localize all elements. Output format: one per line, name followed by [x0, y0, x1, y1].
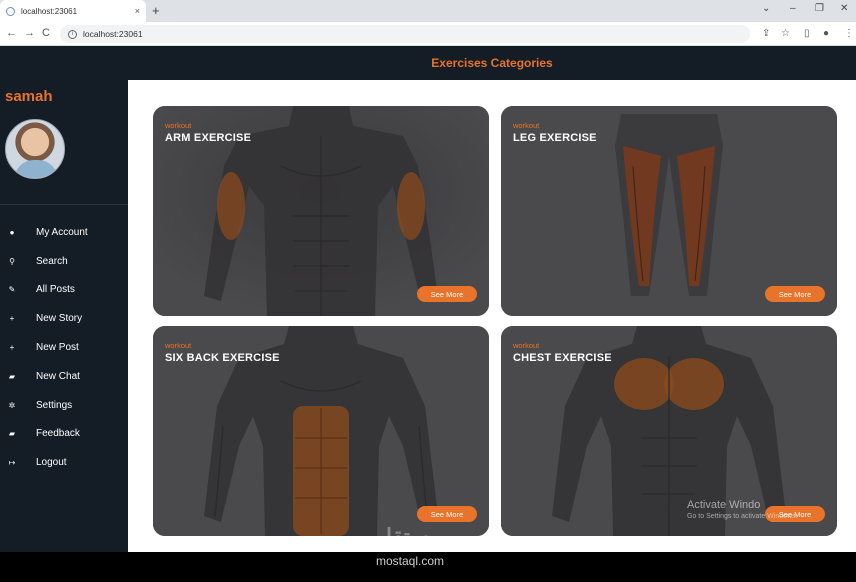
browser-tabbar: localhost:23061 × + ⌄ – ❐ ✕: [0, 0, 856, 22]
new-tab-button[interactable]: +: [152, 3, 160, 18]
activation-subtitle: Go to Settings to activate Windows.: [687, 513, 798, 520]
gear-icon: ✲: [8, 400, 16, 410]
edit-icon: ✎: [8, 285, 16, 295]
address-bar[interactable]: i localhost:23061: [60, 25, 750, 43]
card-kicker: workout: [513, 341, 540, 350]
plus-icon: +: [9, 314, 15, 324]
windows-activation-notice: Activate Windo Go to Settings to activat…: [687, 499, 798, 520]
watermark-logo: مستقل: [376, 524, 442, 549]
sidebar-item-new-post[interactable]: + New Post: [0, 333, 128, 362]
sidebar-item-label: New Story: [36, 313, 83, 325]
sidebar-item-feedback[interactable]: ▰ Feedback: [0, 420, 128, 449]
card-title: LEG EXERCISE: [513, 132, 597, 144]
sidebar-item-label: New Chat: [36, 370, 80, 382]
search-icon: ⚲: [9, 256, 15, 266]
tab-close-icon[interactable]: ×: [135, 6, 140, 16]
plus-icon: +: [9, 343, 15, 353]
back-button[interactable]: ←: [6, 27, 17, 39]
url-text: localhost:23061: [83, 29, 143, 39]
activation-title: Activate Windo: [687, 499, 761, 511]
browser-toolbar: ← → C i localhost:23061 ⇪ ☆ ▯ ● ⋮: [0, 22, 856, 46]
username: samah: [5, 88, 53, 105]
see-more-button[interactable]: See More: [765, 286, 825, 302]
forward-button[interactable]: →: [24, 27, 35, 39]
see-more-button[interactable]: See More: [417, 506, 477, 522]
page-header: Exercises Categories: [128, 46, 856, 80]
profile-icon[interactable]: ●: [823, 28, 829, 39]
sidebar-item-new-chat[interactable]: ▰ New Chat: [0, 362, 128, 391]
sidebar-item-label: Logout: [36, 457, 67, 469]
share-icon[interactable]: ⇪: [762, 28, 770, 39]
browser-tab[interactable]: localhost:23061 ×: [0, 0, 146, 22]
sidebar-item-label: New Post: [36, 342, 79, 354]
sidebar-item-search[interactable]: ⚲ Search: [0, 247, 128, 276]
sidebar-item-label: Feedback: [36, 428, 80, 440]
card-title: ARM EXERCISE: [165, 132, 252, 144]
reload-button[interactable]: C: [42, 27, 50, 39]
see-more-button[interactable]: See More: [417, 286, 477, 302]
category-card-leg[interactable]: workout LEG EXERCISE See More: [501, 106, 837, 316]
minimize-button[interactable]: –: [790, 3, 796, 14]
logout-icon: ↦: [8, 458, 16, 468]
sidebar-item-label: Settings: [36, 399, 73, 411]
card-kicker: workout: [513, 121, 540, 130]
restore-button[interactable]: ❐: [815, 3, 824, 14]
side-panel-icon[interactable]: ▯: [804, 28, 810, 39]
sidebar-item-label: All Posts: [36, 284, 75, 296]
sidebar-item-all-posts[interactable]: ✎ All Posts: [0, 276, 128, 305]
bookmark-star-icon[interactable]: ☆: [781, 28, 790, 39]
chat-icon: ▰: [8, 371, 16, 381]
sidebar-item-new-story[interactable]: + New Story: [0, 304, 128, 333]
site-info-icon[interactable]: i: [68, 29, 77, 39]
card-title: CHEST EXERCISE: [513, 352, 612, 364]
card-kicker: workout: [165, 121, 192, 130]
sidebar-item-settings[interactable]: ✲ Settings: [0, 391, 128, 420]
sidebar-divider: [0, 204, 128, 205]
user-icon: ●: [9, 227, 15, 237]
tab-favicon-icon: [6, 6, 15, 16]
watermark-text: mostaql.com: [376, 554, 445, 568]
close-window-button[interactable]: ✕: [840, 3, 848, 14]
sidebar-menu: ● My Account ⚲ Search ✎ All Posts + New …: [0, 218, 128, 477]
category-card-arm[interactable]: workout ARM EXERCISE See More: [153, 106, 489, 316]
feedback-icon: ▰: [8, 429, 16, 439]
tab-search-icon[interactable]: ⌄: [762, 3, 770, 14]
tab-title: localhost:23061: [21, 6, 78, 16]
card-kicker: workout: [165, 341, 192, 350]
sidebar-item-label: Search: [36, 255, 68, 267]
page-title: Exercises Categories: [431, 56, 553, 70]
sidebar: samah ● My Account ⚲ Search ✎ All Posts …: [0, 46, 128, 552]
sidebar-item-logout[interactable]: ↦ Logout: [0, 448, 128, 477]
card-title: SIX BACK EXERCISE: [165, 352, 280, 364]
sidebar-item-my-account[interactable]: ● My Account: [0, 218, 128, 247]
main-content: workout ARM EXERCISE See More workout LE…: [128, 80, 856, 552]
sidebar-item-label: My Account: [36, 226, 88, 238]
category-card-six-back[interactable]: workout SIX BACK EXERCISE See More: [153, 326, 489, 536]
browser-menu-icon[interactable]: ⋮: [844, 28, 854, 39]
avatar: [5, 119, 65, 179]
